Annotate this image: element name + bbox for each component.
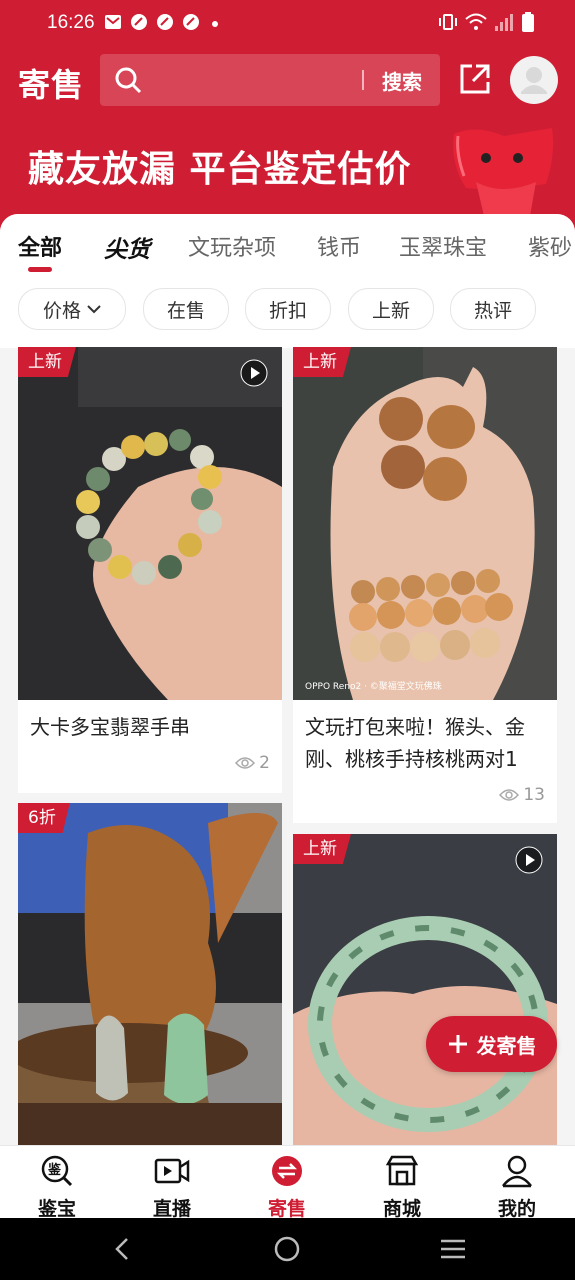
svg-text:鉴: 鉴 [47, 1162, 62, 1178]
new-tag: 上新 [293, 347, 351, 377]
live-icon [154, 1158, 190, 1184]
product-card[interactable]: 上新 大卡多宝翡翠手串 2 [18, 347, 282, 793]
user-avatar-icon [521, 67, 547, 94]
nav-live[interactable]: 直播 [127, 1154, 217, 1221]
chevron-down-icon [87, 305, 101, 314]
more-notifications-dot [212, 21, 218, 27]
product-title: 大卡多宝翡翠手串 [30, 715, 190, 739]
app-notification-icon [131, 14, 147, 30]
new-tag: 上新 [18, 347, 76, 377]
product-card[interactable]: 6折 [18, 803, 282, 1145]
discount-tag: 6折 [18, 803, 70, 833]
system-nav-bar [0, 1218, 575, 1280]
search-input[interactable]: 搜索 [100, 54, 440, 106]
nav-label: 鉴宝 [37, 1198, 76, 1220]
active-tab-indicator [28, 267, 52, 272]
battery-icon [522, 12, 534, 32]
appraise-icon: 鉴 [41, 1155, 73, 1187]
tab-zisha[interactable]: 紫砂 [528, 230, 572, 262]
vibrate-icon [439, 14, 457, 30]
tab-all[interactable]: 全部 [18, 230, 62, 262]
signal-icon [495, 14, 513, 31]
tab-coins[interactable]: 钱币 [317, 230, 361, 262]
consign-icon [272, 1156, 302, 1186]
product-card[interactable]: 上新 [293, 834, 557, 1145]
filter-hot-review[interactable]: 热评 [450, 288, 536, 330]
mascot-illustration [453, 128, 554, 216]
mail-icon [105, 15, 121, 29]
nav-label: 寄售 [267, 1198, 306, 1220]
app-notification-icon [183, 14, 199, 30]
jade-bracelet-image [18, 347, 282, 700]
filter-label: 热评 [473, 299, 512, 322]
product-title: 文玩打包来啦！猴头、金刚、桃核手持核桃两对1 [305, 715, 525, 771]
filter-discount[interactable]: 折扣 [245, 288, 331, 330]
share-icon[interactable] [458, 62, 492, 96]
search-divider [362, 70, 364, 90]
view-count: 13 [499, 785, 545, 805]
header: 16:26 寄售 搜索 藏友放漏 平台鉴定估价 [0, 0, 575, 250]
category-tabs: 全部 尖货 文玩杂项 钱币 玉翠珠宝 紫砂 [0, 214, 575, 282]
banner-slogan: 藏友放漏 平台鉴定估价 [28, 149, 412, 190]
filter-price-label: 价格 [42, 299, 81, 322]
post-consignment-label: 发寄售 [476, 1033, 537, 1058]
play-icon [240, 359, 268, 387]
page-title: 寄售 [18, 66, 85, 104]
filter-price[interactable]: 价格 [18, 288, 126, 330]
new-tag: 上新 [293, 834, 351, 864]
nav-label: 直播 [152, 1198, 191, 1220]
back-icon[interactable] [112, 1237, 132, 1261]
profile-icon [502, 1155, 532, 1188]
filter-new[interactable]: 上新 [348, 288, 434, 330]
post-consignment-button[interactable]: 发寄售 [426, 1016, 557, 1072]
nav-consign[interactable]: 寄售 [242, 1154, 332, 1221]
view-count: 2 [235, 753, 270, 773]
tab-hot-goods[interactable]: 尖货 [104, 230, 150, 264]
status-bar: 16:26 [0, 0, 575, 46]
wifi-icon [465, 13, 487, 30]
product-card[interactable]: OPPO Reno2 · ©聚福堂文玩佛珠 上新 文玩打包来啦！猴头、金刚、桃核… [293, 347, 557, 823]
mall-icon [385, 1155, 419, 1186]
recents-menu-icon[interactable] [440, 1238, 466, 1260]
eye-icon [235, 757, 256, 769]
view-count-value: 13 [523, 785, 545, 805]
tab-curios[interactable]: 文玩杂项 [188, 230, 276, 262]
plus-icon [448, 1035, 467, 1053]
walnut-beads-image: OPPO Reno2 · ©聚福堂文玩佛珠 [293, 347, 557, 700]
view-count-value: 2 [259, 753, 270, 773]
filter-bar: 价格 在售 折扣 上新 热评 [0, 282, 575, 348]
filter-label: 上新 [371, 299, 410, 322]
nav-profile[interactable]: 我的 [472, 1154, 562, 1221]
jade-bangle-image [293, 834, 557, 1145]
filter-on-sale[interactable]: 在售 [143, 288, 229, 330]
search-button[interactable]: 搜索 [382, 66, 422, 95]
app-notification-icon [157, 14, 173, 30]
filter-label: 在售 [166, 299, 205, 322]
eye-icon [499, 789, 520, 801]
home-icon[interactable] [274, 1236, 300, 1262]
avatar[interactable] [510, 56, 558, 104]
bottom-nav: 鉴 鉴宝 直播 寄售 商城 我的 [0, 1145, 575, 1221]
search-icon [115, 67, 142, 94]
nav-mall[interactable]: 商城 [357, 1154, 447, 1221]
play-icon [515, 846, 543, 874]
nav-label: 商城 [382, 1198, 421, 1220]
wood-carving-image [18, 803, 282, 1145]
status-time: 16:26 [47, 12, 95, 33]
photo-watermark: OPPO Reno2 · ©聚福堂文玩佛珠 [305, 680, 442, 692]
nav-label: 我的 [497, 1198, 536, 1220]
tab-jade-jewelry[interactable]: 玉翠珠宝 [399, 230, 487, 262]
filter-label: 折扣 [268, 299, 307, 322]
nav-appraise[interactable]: 鉴 鉴宝 [12, 1154, 102, 1221]
